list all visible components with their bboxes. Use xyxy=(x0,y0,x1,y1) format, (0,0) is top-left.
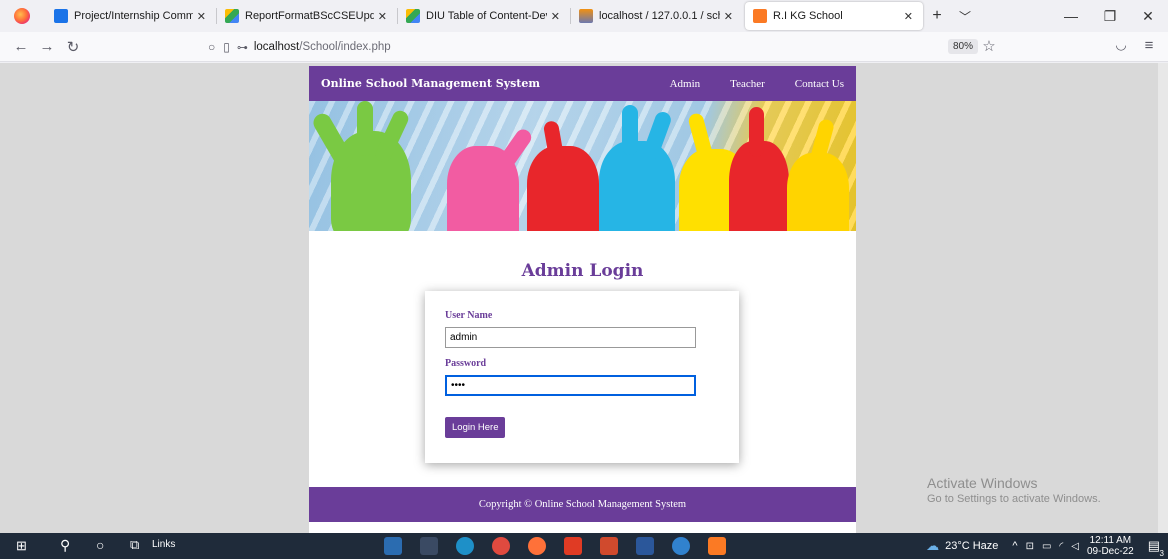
back-icon[interactable]: ← xyxy=(8,38,34,55)
file-explorer-icon[interactable] xyxy=(384,537,402,555)
edge-icon[interactable] xyxy=(456,537,474,555)
activate-title: Activate Windows xyxy=(927,475,1038,491)
activate-subtitle: Go to Settings to activate Windows. xyxy=(927,493,1101,505)
login-button[interactable]: Login Here xyxy=(445,417,506,438)
system-tray: ☁ 23°C Haze ^ ⊡ ▭ ◜ ◁ 12:11 AM 09-Dec-22… xyxy=(926,533,1168,559)
key-icon[interactable]: ⊶ xyxy=(237,41,248,54)
office-icon[interactable] xyxy=(564,537,582,555)
drive-icon xyxy=(225,9,239,23)
tab-ri-kg-school[interactable]: R.I KG School ✕ xyxy=(745,2,923,30)
forward-icon[interactable]: → xyxy=(34,38,60,55)
username-label: User Name xyxy=(445,310,493,321)
telegram-icon[interactable] xyxy=(672,537,690,555)
new-tab-icon[interactable]: + xyxy=(923,7,951,25)
close-icon[interactable]: ✕ xyxy=(378,10,387,23)
tab-diu-table[interactable]: DIU Table of Content-Develop ✕ xyxy=(398,2,570,30)
xampp-taskbar-icon[interactable] xyxy=(708,537,726,555)
tab-phpmyadmin[interactable]: localhost / 127.0.0.1 / school ✕ xyxy=(571,2,743,30)
clock[interactable]: 12:11 AM 09-Dec-22 xyxy=(1087,535,1134,557)
tab-project-internship[interactable]: Project/Internship Committe ✕ xyxy=(46,2,216,30)
minimize-icon[interactable]: — xyxy=(1051,0,1091,32)
clock-time: 12:11 AM xyxy=(1089,535,1132,546)
battery-icon[interactable]: ▭ xyxy=(1042,541,1051,552)
weather-text[interactable]: 23°C Haze xyxy=(945,540,998,552)
drive-icon xyxy=(406,9,420,23)
site-brand[interactable]: Online School Management System xyxy=(321,77,640,90)
windows-start-icon[interactable]: ⊞ xyxy=(16,538,27,554)
close-icon[interactable]: ✕ xyxy=(904,10,913,23)
weather-icon[interactable]: ☁ xyxy=(926,538,939,554)
firefox-taskbar-icon[interactable] xyxy=(528,537,546,555)
store-icon[interactable] xyxy=(420,537,438,555)
restore-icon[interactable]: ❐ xyxy=(1090,0,1130,32)
password-label: Password xyxy=(445,358,487,369)
phpmyadmin-icon xyxy=(579,9,593,23)
zoom-level[interactable]: 80% xyxy=(948,39,979,54)
sheets-icon xyxy=(54,9,68,23)
powerpoint-icon[interactable] xyxy=(600,537,618,555)
nav-contact-link[interactable]: Contact Us xyxy=(795,78,844,90)
browser-tab-bar: Project/Internship Committe ✕ ReportForm… xyxy=(0,0,1168,32)
url-bar[interactable]: ○ ▯ ⊶ localhost/School/index.php xyxy=(208,36,391,58)
links-toolbar[interactable]: Links xyxy=(152,539,175,550)
shield-icon[interactable]: ○ xyxy=(208,40,215,54)
hero-banner-image xyxy=(309,101,856,231)
nav-admin-link[interactable]: Admin xyxy=(670,78,701,90)
xampp-icon xyxy=(753,9,767,23)
page-icon: ▯ xyxy=(223,40,230,54)
page-viewport: Online School Management System Admin Te… xyxy=(0,63,1168,533)
tab-label: Project/Internship Committe xyxy=(74,10,193,22)
word-icon[interactable] xyxy=(636,537,654,555)
task-view-icon[interactable]: ⧉ xyxy=(130,537,139,553)
tab-label: DIU Table of Content-Develop xyxy=(426,10,547,22)
chevron-down-icon[interactable]: ﹀ xyxy=(951,8,979,25)
tab-label: localhost / 127.0.0.1 / school xyxy=(599,10,720,22)
tab-report-format[interactable]: ReportFormatBScCSEUpdate ✕ xyxy=(217,2,397,30)
login-title: Admin Login xyxy=(521,261,644,281)
site-container: Online School Management System Admin Te… xyxy=(309,66,856,533)
volume-icon[interactable]: ◁ xyxy=(1071,541,1079,552)
site-nav: Admin Teacher Contact Us xyxy=(640,78,844,90)
activate-windows-watermark: Activate Windows Go to Settings to activ… xyxy=(927,475,1101,505)
username-input[interactable] xyxy=(445,327,696,348)
wifi-icon[interactable]: ◜ xyxy=(1059,541,1063,552)
browser-nav-bar: ← → ↻ ○ ▯ ⊶ localhost/School/index.php 8… xyxy=(0,32,1168,62)
bookmark-star-icon[interactable]: ☆ xyxy=(976,37,1002,55)
tab-label: R.I KG School xyxy=(773,10,843,22)
clock-date: 09-Dec-22 xyxy=(1087,546,1134,557)
search-icon[interactable]: ⚲ xyxy=(60,537,70,554)
pocket-icon[interactable]: ◡ xyxy=(1108,37,1134,53)
scrollbar[interactable] xyxy=(1158,63,1168,533)
tab-label: ReportFormatBScCSEUpdate xyxy=(245,10,374,22)
site-footer: Copyright © Online School Management Sys… xyxy=(309,487,856,522)
chevron-up-icon[interactable]: ^ xyxy=(1012,540,1017,552)
network-icon[interactable]: ⊡ xyxy=(1026,541,1034,552)
url-host: localhost xyxy=(253,41,300,53)
chrome-icon[interactable] xyxy=(492,537,510,555)
close-icon[interactable]: ✕ xyxy=(724,10,733,23)
close-window-icon[interactable]: ✕ xyxy=(1128,0,1168,32)
nav-teacher-link[interactable]: Teacher xyxy=(730,78,765,90)
password-input[interactable] xyxy=(445,375,696,396)
notification-badge: 3 xyxy=(1159,549,1164,558)
close-icon[interactable]: ✕ xyxy=(551,10,560,23)
cortana-icon[interactable]: ○ xyxy=(96,537,104,553)
login-form: User Name Password Login Here xyxy=(425,291,739,463)
url-path: /School/index.php xyxy=(299,41,391,53)
notification-icon[interactable]: ▤ 3 xyxy=(1148,538,1164,558)
close-icon[interactable]: ✕ xyxy=(197,10,206,23)
site-header: Online School Management System Admin Te… xyxy=(309,66,856,101)
menu-icon[interactable]: ≡ xyxy=(1136,37,1162,54)
reload-icon[interactable]: ↻ xyxy=(60,38,86,56)
firefox-icon[interactable] xyxy=(14,8,30,24)
windows-taskbar: ⊞ ⚲ ○ ⧉ Links ☁ 23°C Haze ^ ⊡ ▭ ◜ ◁ 12:1… xyxy=(0,533,1168,559)
